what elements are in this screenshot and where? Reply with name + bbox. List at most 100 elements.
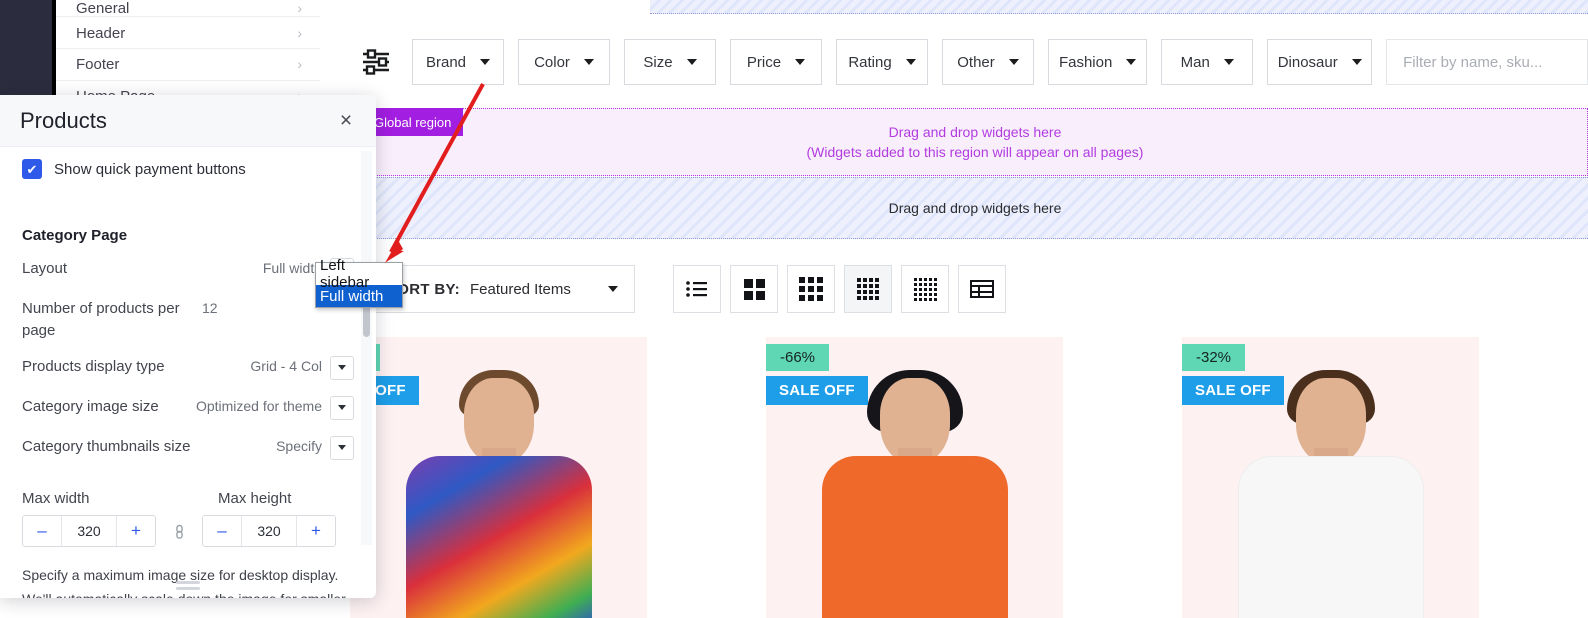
filter-button-rating[interactable]: Rating xyxy=(836,39,928,85)
dropdown-option-left-sidebar[interactable]: Left sidebar xyxy=(316,257,402,291)
global-widget-region[interactable]: Drag and drop widgets here (Widgets adde… xyxy=(362,108,1588,176)
setting-value: Specify xyxy=(276,437,322,454)
setting-value: Full width xyxy=(262,260,322,276)
grid-2-col-view-button[interactable] xyxy=(730,265,778,313)
filter-button-fashion[interactable]: Fashion xyxy=(1048,39,1148,85)
filter-button-price[interactable]: Price xyxy=(730,39,822,85)
filter-button-dinosaur[interactable]: Dinosaur xyxy=(1267,39,1373,85)
filter-button-other[interactable]: Other xyxy=(942,39,1034,85)
setting-row-category-image-size[interactable]: Category image size Optimized for theme xyxy=(22,395,354,422)
sort-by-select[interactable]: SORT BY: Featured Items xyxy=(370,265,635,313)
product-card[interactable]: -66% SALE OFF xyxy=(728,330,1106,618)
size-labels-row: Max width Max height xyxy=(22,490,354,507)
chevron-down-icon xyxy=(1126,59,1137,65)
sort-by-value: Featured Items xyxy=(469,280,571,298)
sale-badge: SALE OFF xyxy=(766,376,868,405)
page-title: Products xyxy=(20,107,107,133)
nav-divider xyxy=(56,48,320,49)
filter-button-size[interactable]: Size xyxy=(624,39,716,85)
sidebar-item-footer[interactable]: Footer › xyxy=(56,48,320,80)
filter-button-label: Fashion xyxy=(1058,53,1113,71)
max-height-stepper[interactable]: – 320 + xyxy=(202,514,336,547)
chevron-right-icon: › xyxy=(297,0,302,16)
filter-button-label: Rating xyxy=(848,53,892,71)
chevron-down-icon xyxy=(686,59,697,65)
global-region-tag: Global region xyxy=(362,108,464,136)
page-region-line-1: Drag and drop widgets here xyxy=(888,200,1062,216)
setting-row-products-per-page[interactable]: Number of products per page 12 xyxy=(22,298,354,342)
discount-badge: -66% xyxy=(766,344,830,371)
filter-button-label: Size xyxy=(643,53,673,71)
sliders-icon[interactable] xyxy=(360,45,394,79)
grid-4-col-view-button[interactable] xyxy=(844,265,892,313)
figure-garment xyxy=(1237,456,1424,618)
setting-label: Products display type xyxy=(22,357,165,375)
nav-divider xyxy=(56,80,320,81)
quick-payment-checkbox[interactable]: ✔ xyxy=(22,159,42,179)
image-size-dropdown-button[interactable] xyxy=(330,395,354,420)
filter-button-label: Dinosaur xyxy=(1277,53,1338,71)
chevron-down-icon xyxy=(1351,59,1362,65)
setting-value: Optimized for theme xyxy=(195,397,322,414)
max-width-value[interactable]: 320 xyxy=(61,515,117,546)
product-card[interactable]: -32% SALE OFF xyxy=(1106,330,1484,618)
global-region-line-1: Drag and drop widgets here xyxy=(888,124,1062,140)
chevron-down-icon xyxy=(795,59,806,65)
setting-row-category-thumbnails-size[interactable]: Category thumbnails size Specify xyxy=(22,435,354,462)
setting-row-products-display-type[interactable]: Products display type Grid - 4 Col xyxy=(22,355,354,382)
product-card[interactable]: -60% SALE OFF xyxy=(350,330,728,618)
grid-2-icon xyxy=(743,278,765,300)
storefront-preview: Brand Color Size Price Rating Other Fash… xyxy=(350,0,1588,618)
section-title-category-page: Category Page xyxy=(22,227,128,244)
thumbnails-size-dropdown-button[interactable] xyxy=(330,435,354,460)
max-height-increment-button[interactable]: + xyxy=(297,515,335,546)
quick-payment-row[interactable]: ✔ Show quick payment buttons xyxy=(22,157,354,181)
max-width-stepper[interactable]: – 320 + xyxy=(22,514,156,547)
chevron-down-icon xyxy=(608,286,618,292)
display-type-dropdown-button[interactable] xyxy=(330,355,354,380)
chevron-down-icon xyxy=(583,59,594,65)
layout-select-dropdown[interactable]: Left sidebar Full width xyxy=(315,257,403,308)
filter-search-input[interactable] xyxy=(1386,39,1588,85)
grid-5-col-view-button[interactable] xyxy=(901,265,949,313)
list-view-button[interactable] xyxy=(673,265,721,313)
max-height-value[interactable]: 320 xyxy=(241,515,297,546)
max-width-label: Max width xyxy=(22,489,90,507)
figure-garment xyxy=(405,456,592,618)
chevron-down-icon xyxy=(338,445,346,450)
nav-divider xyxy=(56,16,320,17)
figure-garment xyxy=(821,456,1008,618)
max-width-decrement-button[interactable]: – xyxy=(23,515,61,546)
filter-button-label: Color xyxy=(534,53,570,71)
filter-button-brand[interactable]: Brand xyxy=(412,39,504,85)
sale-badge: SALE OFF xyxy=(1182,376,1284,405)
filter-button-color[interactable]: Color xyxy=(518,39,610,85)
table-view-button[interactable] xyxy=(958,265,1006,313)
filter-button-man[interactable]: Man xyxy=(1161,39,1254,85)
link-icon[interactable] xyxy=(156,522,202,540)
sort-and-view-bar: SORT BY: Featured Items xyxy=(350,258,1588,320)
chevron-down-icon xyxy=(1223,59,1234,65)
product-photo-figure xyxy=(1226,368,1436,618)
filter-button-label: Man xyxy=(1180,53,1210,71)
filter-button-label: Other xyxy=(957,53,995,71)
max-width-increment-button[interactable]: + xyxy=(117,515,155,546)
filter-button-label: Brand xyxy=(425,53,467,71)
sidebar-item-header[interactable]: Header › xyxy=(56,17,320,49)
setting-label: Category thumbnails size xyxy=(22,437,191,455)
chevron-down-icon xyxy=(905,59,916,65)
quick-payment-label: Show quick payment buttons xyxy=(54,160,246,178)
max-height-decrement-button[interactable]: – xyxy=(203,515,241,546)
chevron-right-icon: › xyxy=(297,25,302,41)
widget-region-strip[interactable] xyxy=(650,0,1588,14)
grid-3-col-view-button[interactable] xyxy=(787,265,835,313)
sidebar-item-label: Footer xyxy=(76,55,120,73)
resize-handle-icon[interactable] xyxy=(176,578,200,593)
setting-label: Layout xyxy=(22,260,68,277)
setting-row-layout[interactable]: Layout Full width xyxy=(22,258,354,284)
max-height-label: Max height xyxy=(218,489,292,507)
close-icon[interactable]: × xyxy=(332,107,360,135)
global-region-line-2: (Widgets added to this region will appea… xyxy=(806,144,1144,160)
canvas-top-strip xyxy=(350,0,1588,14)
page-widget-region[interactable]: Drag and drop widgets here xyxy=(362,177,1588,239)
